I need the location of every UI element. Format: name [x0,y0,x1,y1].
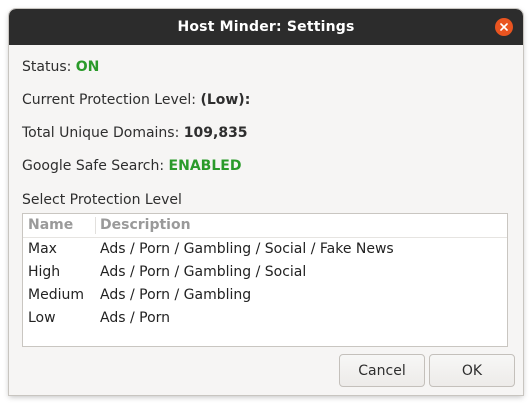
safe-search-label: Google Safe Search: [22,158,165,174]
list-row-high[interactable]: High Ads / Porn / Gambling / Social [23,261,507,284]
level-name: Low [28,310,56,326]
list-header: Name Description [23,214,507,238]
window-title: Host Minder: Settings [177,19,355,35]
status-row: Status: ON [22,57,99,77]
settings-dialog: Host Minder: Settings Status: ON Current… [9,9,523,395]
protection-row: Current Protection Level: (Low): [22,90,250,110]
column-header-description[interactable]: Description [100,214,191,237]
level-description: Ads / Porn / Gambling / Social [100,264,307,280]
status-value: ON [75,59,100,75]
safe-search-row: Google Safe Search: ENABLED [22,156,241,176]
status-label: Status: [22,59,72,75]
close-button[interactable] [495,18,513,36]
level-name: High [28,264,61,280]
level-description: Ads / Porn / Gambling [100,287,252,303]
protection-level-list[interactable]: Name Description Max Ads / Porn / Gambli… [22,213,508,347]
close-icon [500,23,508,31]
level-name: Medium [28,287,84,303]
domains-label: Total Unique Domains: [22,125,180,141]
column-header-name[interactable]: Name [28,214,73,237]
domains-value: 109,835 [183,125,248,141]
list-row-low[interactable]: Low Ads / Porn [23,307,507,330]
list-row-medium[interactable]: Medium Ads / Porn / Gambling [23,284,507,307]
level-name: Max [28,241,57,257]
domains-row: Total Unique Domains: 109,835 [22,123,248,143]
title-bar[interactable]: Host Minder: Settings [9,9,523,45]
ok-button[interactable]: OK [429,354,515,387]
cancel-button[interactable]: Cancel [339,354,425,387]
level-description: Ads / Porn / Gambling / Social / Fake Ne… [100,241,394,257]
protection-value: (Low): [200,92,251,108]
list-row-max[interactable]: Max Ads / Porn / Gambling / Social / Fak… [23,238,507,261]
level-description: Ads / Porn [100,310,171,326]
safe-search-value: ENABLED [168,158,242,174]
column-separator [95,217,96,234]
protection-label: Current Protection Level: [22,92,196,108]
select-protection-label: Select Protection Level [22,192,182,208]
